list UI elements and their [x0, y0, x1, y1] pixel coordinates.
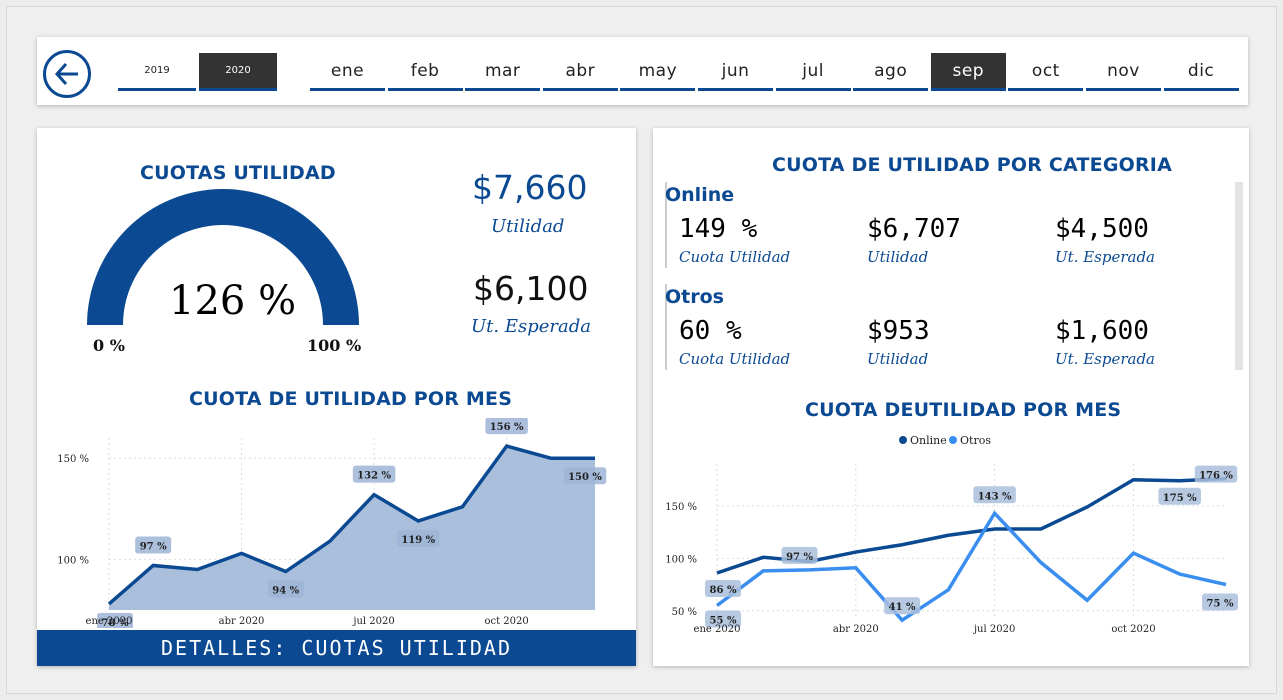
data-label-otros: 143 % [978, 491, 1012, 502]
month-slicer-feb[interactable]: feb [387, 53, 463, 91]
category-utilidad-label: Utilidad [867, 248, 929, 266]
month-slicer-abr[interactable]: abr [542, 53, 618, 91]
utilidad-por-categoria-mes-chart: Online Otros50 %100 %150 %86 %175 %176 %5… [665, 434, 1238, 635]
data-label-online: 86 % [710, 585, 737, 596]
data-label: 150 % [568, 472, 602, 483]
category-esperada-label: Ut. Esperada [1055, 248, 1155, 266]
legend-marker-online [899, 436, 907, 444]
month-slicer-jul[interactable]: jul [775, 53, 851, 91]
x-tick-label: ene 2020 [86, 616, 133, 627]
left-panel: CUOTAS UTILIDAD 126 % 0 % 100 % $7,660 U… [37, 128, 636, 666]
gauge-value: 126 % [169, 278, 297, 324]
category-cuota-label: Cuota Utilidad [679, 350, 791, 368]
back-button[interactable] [43, 50, 91, 98]
y-tick-label: 150 % [57, 454, 89, 465]
x-tick-label: abr 2020 [219, 616, 265, 627]
chart-title-left: CUOTA DE UTILIDAD POR MES [189, 388, 513, 410]
category-esperada-value: $4,500 [1055, 214, 1149, 244]
year-slicer-2019[interactable]: 2019 [118, 53, 196, 91]
gauge-max-label: 100 % [307, 336, 362, 355]
filter-bar: 2019 2020 ene feb mar abr may jun jul ago sep oct n… [37, 37, 1248, 105]
x-tick-label: jul 2020 [352, 616, 394, 627]
utilidad-label: Utilidad [491, 216, 565, 237]
month-slicer-ene[interactable]: ene [310, 53, 385, 91]
month-slicer-mar[interactable]: mar [465, 53, 541, 91]
category-name: Otros [665, 286, 724, 308]
category-utilidad-value: $953 [867, 316, 930, 346]
area-fill [109, 446, 595, 610]
category-cuota-value: 149 % [679, 214, 758, 244]
details-button[interactable]: DETALLES: CUOTAS UTILIDAD [37, 630, 636, 666]
month-slicer-ago[interactable]: ago [853, 53, 929, 91]
month-slicer-nov[interactable]: nov [1086, 53, 1161, 91]
data-label: 156 % [490, 422, 524, 433]
utilidad-value: $7,660 [472, 168, 588, 207]
legend-label-online: Online [910, 434, 947, 447]
right-panel: CUOTA DE UTILIDAD POR CATEGORIA Online 14… [653, 128, 1249, 666]
data-label: 132 % [357, 471, 391, 482]
line-otros [715, 510, 1227, 623]
data-label-otros: 97 % [786, 552, 813, 563]
gauge-min-label: 0 % [93, 336, 125, 355]
legend-label-otros: Otros [960, 434, 991, 447]
chart-title-right: CUOTA DEUTILIDAD POR MES [805, 399, 1122, 421]
data-label-online: 175 % [1163, 493, 1197, 504]
category-name: Online [665, 184, 735, 206]
category-esperada-label: Ut. Esperada [1055, 350, 1155, 368]
x-tick-label: ene 2020 [694, 624, 741, 635]
data-label: 119 % [401, 535, 435, 546]
legend-marker-otros [949, 436, 957, 444]
x-tick-label: oct 2020 [484, 616, 528, 627]
x-tick-label: jul 2020 [973, 624, 1015, 635]
month-slicer-sep[interactable]: sep [930, 53, 1006, 91]
category-esperada-value: $1,600 [1055, 316, 1149, 346]
category-utilidad-value: $6,707 [867, 214, 961, 244]
category-utilidad-label: Utilidad [867, 350, 929, 368]
year-slicer-2020[interactable]: 2020 [199, 53, 277, 91]
month-slicer-may[interactable]: may [620, 53, 696, 91]
data-label-online: 176 % [1199, 471, 1233, 482]
month-slicer-jun[interactable]: jun [698, 53, 773, 91]
arrow-left-icon [54, 62, 78, 86]
y-tick-label: 100 % [57, 555, 89, 566]
month-slicer-oct[interactable]: oct [1008, 53, 1084, 91]
data-label-otros: 41 % [889, 602, 916, 613]
data-label: 94 % [272, 586, 299, 597]
y-tick-label: 100 % [665, 554, 697, 565]
category-cuota-value: 60 % [679, 316, 742, 346]
esperada-value: $6,100 [473, 269, 589, 308]
x-tick-label: abr 2020 [833, 624, 879, 635]
x-tick-label: oct 2020 [1111, 624, 1155, 635]
y-tick-label: 50 % [672, 607, 697, 618]
y-tick-label: 150 % [665, 502, 697, 513]
category-cuota-label: Cuota Utilidad [679, 248, 791, 266]
category-scrollbar[interactable] [1235, 182, 1243, 370]
data-label: 97 % [140, 541, 167, 552]
month-slicer-dic[interactable]: dic [1163, 53, 1239, 91]
data-label-otros: 75 % [1207, 599, 1234, 610]
category-title: CUOTA DE UTILIDAD POR CATEGORIA [772, 154, 1172, 176]
esperada-label: Ut. Esperada [471, 316, 591, 337]
utilidad-por-mes-chart: 100 %150 %78 %97 %94 %132 %119 %156 %150… [57, 418, 607, 628]
